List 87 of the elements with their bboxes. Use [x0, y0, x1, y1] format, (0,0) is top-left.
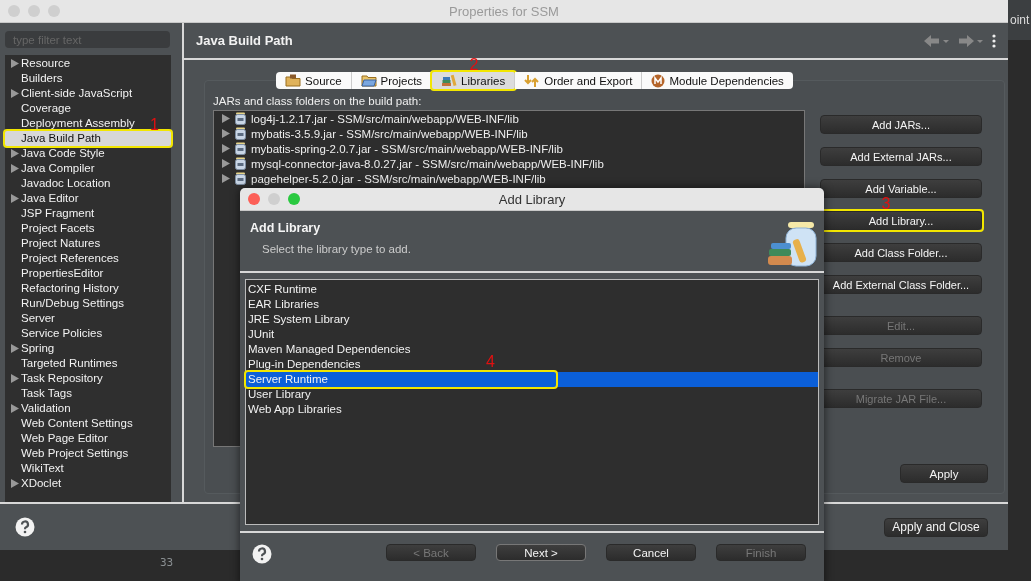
- annotation-number: 2: [469, 57, 479, 73]
- expand-arrow-icon[interactable]: [11, 89, 19, 98]
- action-button[interactable]: Add Variable...: [820, 179, 982, 198]
- library-type-item[interactable]: JRE System Library: [246, 312, 350, 327]
- page-title: Java Build Path: [196, 33, 294, 48]
- tab[interactable]: Order and Export: [515, 72, 643, 89]
- library-type-item[interactable]: EAR Libraries: [246, 297, 319, 312]
- arrows-icon: [524, 73, 541, 88]
- sidebar-item[interactable]: Java Code Style: [5, 146, 105, 161]
- library-type-item[interactable]: Web App Libraries: [246, 402, 342, 417]
- library-type-item[interactable]: JUnit: [246, 327, 275, 342]
- sidebar-item[interactable]: WikiText: [5, 461, 64, 476]
- jar-icon: [235, 112, 246, 125]
- action-button[interactable]: Add JARs...: [820, 115, 982, 134]
- jar-entry[interactable]: log4j-1.2.17.jar - SSM/src/main/webapp/WEB-INF/lib: [251, 112, 519, 125]
- library-type-item[interactable]: CXF Runtime: [246, 282, 318, 297]
- expand-arrow-icon[interactable]: [11, 479, 19, 488]
- library-type-item[interactable]: Server Runtime: [246, 372, 818, 387]
- expand-arrow-icon[interactable]: [11, 404, 19, 413]
- library-type-item[interactable]: Plug-in Dependencies: [246, 357, 361, 372]
- sidebar-item[interactable]: Task Repository: [5, 371, 103, 386]
- sidebar-item[interactable]: Refactoring History: [5, 281, 119, 296]
- wizard-button[interactable]: Cancel: [606, 544, 696, 561]
- sidebar-item[interactable]: Web Content Settings: [5, 416, 133, 431]
- sidebar-item[interactable]: Run/Debug Settings: [5, 296, 124, 311]
- sidebar-item[interactable]: XDoclet: [5, 476, 62, 491]
- sidebar-item[interactable]: Targeted Runtimes: [5, 356, 118, 371]
- expand-arrow-icon[interactable]: [11, 59, 19, 68]
- tab[interactable]: Module Dependencies: [642, 72, 793, 89]
- folder-icon: [285, 74, 302, 87]
- dialog-heading: Add Library: [250, 221, 322, 235]
- sidebar-item[interactable]: PropertiesEditor: [5, 266, 104, 281]
- library-type-item[interactable]: User Library: [246, 387, 311, 402]
- sidebar-item[interactable]: Project Natures: [5, 236, 101, 251]
- books-icon: [441, 74, 458, 87]
- expand-arrow-icon[interactable]: [11, 374, 19, 383]
- jar-icon: [235, 127, 246, 140]
- jar-entry[interactable]: mysql-connector-java-8.0.27.jar - SSM/src/main/webapp/WEB-INF/lib: [251, 157, 604, 170]
- sidebar-item[interactable]: JSP Fragment: [5, 206, 95, 221]
- help-icon[interactable]: [15, 517, 35, 537]
- jar-icon: [235, 172, 246, 185]
- jar-icon: [235, 142, 246, 155]
- help-icon[interactable]: [252, 544, 272, 564]
- jar-entry[interactable]: mybatis-spring-2.0.7.jar - SSM/src/main/webapp/WEB-INF/lib: [251, 142, 563, 155]
- list-label: JARs and class folders on the build path:: [213, 95, 423, 107]
- sidebar-item[interactable]: Java Compiler: [5, 161, 95, 176]
- wizard-button[interactable]: Next >: [496, 544, 586, 561]
- jar-entry[interactable]: pagehelper-5.2.0.jar - SSM/src/main/webapp/WEB-INF/lib: [251, 172, 546, 185]
- module-icon: [651, 73, 666, 88]
- sidebar-item[interactable]: Java Editor: [5, 191, 79, 206]
- sidebar-item[interactable]: Web Project Settings: [5, 446, 129, 461]
- apply-button[interactable]: Apply: [900, 464, 988, 483]
- sidebar-item[interactable]: Java Build Path: [5, 131, 171, 146]
- sidebar-item[interactable]: Project References: [5, 251, 119, 266]
- jar-icon: [235, 157, 246, 170]
- library-type-item[interactable]: Maven Managed Dependencies: [246, 342, 411, 357]
- sidebar-item[interactable]: Client-side JavaScript: [5, 86, 133, 101]
- sidebar-item[interactable]: Service Policies: [5, 326, 103, 341]
- folder-icon: [360, 74, 377, 87]
- line-number: 33: [160, 556, 174, 569]
- sidebar-item[interactable]: Spring: [5, 341, 55, 356]
- menu-icon[interactable]: [992, 33, 996, 48]
- sidebar-item[interactable]: Coverage: [5, 101, 71, 116]
- annotation-number: 4: [486, 354, 495, 370]
- sidebar-item[interactable]: Builders: [5, 71, 63, 86]
- annotation-number: 3: [881, 196, 891, 212]
- dialog-description: Select the library type to add.: [261, 243, 412, 255]
- dialog-title: Add Library: [498, 191, 566, 207]
- tab[interactable]: Libraries: [432, 72, 516, 89]
- jar-entry[interactable]: mybatis-3.5.9.jar - SSM/src/main/webapp/WEB-INF/lib: [251, 127, 528, 140]
- tab[interactable]: Projects: [351, 72, 433, 89]
- sidebar-item[interactable]: Deployment Assembly: [5, 116, 135, 131]
- sidebar-item[interactable]: Validation: [5, 401, 71, 416]
- action-button[interactable]: Add External JARs...: [820, 147, 982, 166]
- apply-and-close-button[interactable]: Apply and Close: [884, 517, 988, 537]
- jar-books-icon: [766, 221, 818, 269]
- window-title: Properties for SSM: [449, 3, 559, 19]
- expand-arrow-icon[interactable]: [11, 344, 19, 353]
- sidebar-item[interactable]: Resource: [5, 56, 71, 71]
- expand-arrow-icon[interactable]: [11, 194, 19, 203]
- sidebar-item[interactable]: Javadoc Location: [5, 176, 111, 191]
- tab[interactable]: Source: [276, 72, 352, 89]
- sidebar-item[interactable]: Project Facets: [5, 221, 95, 236]
- annotation-number: 1: [150, 117, 159, 133]
- sidebar-item[interactable]: Task Tags: [5, 386, 72, 401]
- sidebar-item[interactable]: Web Page Editor: [5, 431, 108, 446]
- sidebar-item[interactable]: Server: [5, 311, 55, 326]
